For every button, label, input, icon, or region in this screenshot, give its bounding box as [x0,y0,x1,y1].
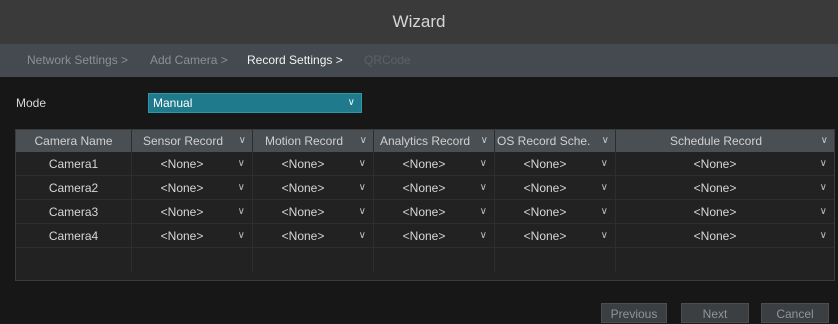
table-row: Camera1 <None> ∨ <None> ∨ <None> ∨ <None> ∨ … [16,152,834,176]
table-row: Camera3 <None> ∨ <None> ∨ <None> ∨ <None> ∨ … [16,200,834,224]
empty-cell [16,248,132,272]
column-header-analytics-record[interactable]: Analytics Record ∨ [374,130,495,152]
chevron-down-icon: ∨ [237,182,245,193]
chevron-down-icon: ∨ [358,158,366,169]
empty-cell [616,248,834,272]
os-record-schedule-select[interactable]: <None> ∨ [495,176,616,200]
motion-record-select[interactable]: <None> ∨ [253,152,374,176]
mode-label: Mode [16,96,47,110]
empty-cell [132,248,253,272]
chevron-down-icon: ∨ [237,230,245,241]
analytics-record-select[interactable]: <None> ∨ [374,152,495,176]
chevron-down-icon: ∨ [479,158,487,169]
camera-name-cell: Camera3 [16,200,132,224]
sensor-record-select[interactable]: <None> ∨ [132,176,253,200]
chevron-down-icon: ∨ [819,158,827,169]
empty-table-row [16,248,834,272]
chevron-down-icon: ∨ [479,230,487,241]
camera-name-cell: Camera1 [16,152,132,176]
analytics-record-select[interactable]: <None> ∨ [374,200,495,224]
chevron-down-icon: ∨ [479,206,487,217]
chevron-down-icon: ∨ [600,206,608,217]
motion-record-select[interactable]: <None> ∨ [253,176,374,200]
chevron-down-icon: ∨ [819,206,827,217]
sensor-record-select[interactable]: <None> ∨ [132,200,253,224]
camera-name-cell: Camera2 [16,176,132,200]
chevron-down-icon: ∨ [358,182,366,193]
os-record-schedule-select[interactable]: <None> ∨ [495,152,616,176]
wizard-window: Wizard Network Settings > Add Camera > R… [0,0,838,323]
window-title: Wizard [0,0,838,44]
camera-name-cell: Camera4 [16,224,132,248]
column-header-camera-name: Camera Name [16,130,132,152]
sensor-record-select[interactable]: <None> ∨ [132,152,253,176]
mode-select[interactable]: Manual ∨ [148,93,362,113]
schedule-record-select[interactable]: <None> ∨ [616,224,834,248]
chevron-down-icon[interactable]: ∨ [821,130,828,152]
mode-select-value: Manual [153,96,193,110]
schedule-record-select[interactable]: <None> ∨ [616,176,834,200]
chevron-down-icon: ∨ [819,230,827,241]
step-record-settings[interactable]: Record Settings > [247,44,343,77]
chevron-down-icon[interactable]: ∨ [239,130,246,152]
sensor-record-select[interactable]: <None> ∨ [132,224,253,248]
chevron-down-icon[interactable]: ∨ [360,130,367,152]
record-settings-table: Camera Name Sensor Record ∨ Motion Recor… [15,129,835,281]
chevron-down-icon: ∨ [479,182,487,193]
table-row: Camera4 <None> ∨ <None> ∨ <None> ∨ <None> ∨ … [16,224,834,248]
wizard-steps: Network Settings > Add Camera > Record S… [0,44,838,77]
step-qrcode[interactable]: QRCode [364,44,411,77]
empty-cell [253,248,374,272]
chevron-down-icon: ∨ [819,182,827,193]
os-record-schedule-select[interactable]: <None> ∨ [495,200,616,224]
next-button[interactable]: Next [681,303,749,323]
schedule-record-select[interactable]: <None> ∨ [616,152,834,176]
chevron-down-icon: ∨ [237,158,245,169]
column-header-motion-record[interactable]: Motion Record ∨ [253,130,374,152]
cancel-button[interactable]: Cancel [761,303,829,323]
chevron-down-icon: ∨ [358,230,366,241]
empty-cell [374,248,495,272]
chevron-down-icon: ∨ [600,158,608,169]
analytics-record-select[interactable]: <None> ∨ [374,224,495,248]
step-add-camera[interactable]: Add Camera > [150,44,228,77]
column-header-schedule-record[interactable]: Schedule Record ∨ [616,130,834,152]
chevron-down-icon: ∨ [600,230,608,241]
column-header-sensor-record[interactable]: Sensor Record ∨ [132,130,253,152]
chevron-down-icon: ∨ [237,206,245,217]
chevron-down-icon: ∨ [600,182,608,193]
motion-record-select[interactable]: <None> ∨ [253,200,374,224]
chevron-down-icon[interactable]: ∨ [602,130,609,152]
motion-record-select[interactable]: <None> ∨ [253,224,374,248]
previous-button[interactable]: Previous [601,303,667,323]
table-row: Camera2 <None> ∨ <None> ∨ <None> ∨ <None> ∨ … [16,176,834,200]
chevron-down-icon: ∨ [347,97,355,108]
step-network-settings[interactable]: Network Settings > [27,44,128,77]
os-record-schedule-select[interactable]: <None> ∨ [495,224,616,248]
chevron-down-icon: ∨ [358,206,366,217]
schedule-record-select[interactable]: <None> ∨ [616,200,834,224]
chevron-down-icon[interactable]: ∨ [481,130,488,152]
analytics-record-select[interactable]: <None> ∨ [374,176,495,200]
column-header-os-record-schedule[interactable]: OS Record Sche. ∨ [495,130,616,152]
empty-cell [495,248,616,272]
